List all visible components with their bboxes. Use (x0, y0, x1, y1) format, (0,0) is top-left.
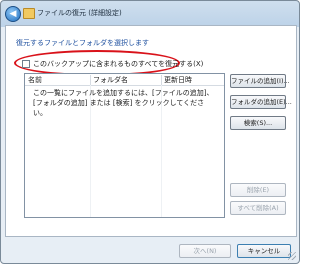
restore-all-option[interactable]: このバックアップに含まれるものすべてを復元する(X) (22, 59, 203, 69)
instruction-text: 復元するファイルとフォルダを選択します (16, 39, 149, 47)
file-list-header: 名前 フォルダ名 更新日時 (25, 74, 224, 86)
restore-all-label[interactable]: このバックアップに含まれるものすべてを復元する(X) (33, 59, 203, 69)
back-button[interactable]: ◀ (5, 6, 21, 22)
column-header-modified[interactable]: 更新日時 (161, 75, 222, 85)
add-folders-button[interactable]: フォルダの追加(E)... (230, 95, 292, 109)
next-button[interactable]: 次へ(N) (179, 244, 231, 258)
add-files-button[interactable]: ファイルの追加(I)... (230, 74, 290, 88)
back-arrow-icon: ◀ (9, 9, 17, 19)
window-title: ファイルの復元 (詳細設定) (37, 9, 122, 17)
search-button[interactable]: 検索(S)... (230, 116, 286, 130)
remove-button[interactable]: 削除(E) (230, 183, 286, 197)
remove-all-button[interactable]: すべて削除(A) (230, 201, 286, 215)
title-bar: ◀ ファイルの復元 (詳細設定) (1, 1, 299, 25)
restore-files-window: ◀ ファイルの復元 (詳細設定) 復元するファイルとフォルダを選択します このバ… (0, 0, 300, 264)
restore-all-checkbox[interactable] (22, 60, 30, 68)
file-list[interactable]: 名前 フォルダ名 更新日時 この一覧にファイルを追加するには、[ファイルの追加]… (24, 73, 225, 218)
resize-grip-icon[interactable] (288, 252, 296, 260)
column-header-folder[interactable]: フォルダ名 (90, 75, 162, 85)
file-list-empty-message: この一覧にファイルを追加するには、[ファイルの追加]、[フォルダの追加] または… (33, 89, 214, 117)
dialog-content: 復元するファイルとフォルダを選択します このバックアップに含まれるものすべてを復… (5, 25, 297, 237)
restore-app-icon (23, 8, 35, 19)
cancel-button[interactable]: キャンセル (237, 244, 291, 258)
column-header-name[interactable]: 名前 (25, 75, 91, 85)
